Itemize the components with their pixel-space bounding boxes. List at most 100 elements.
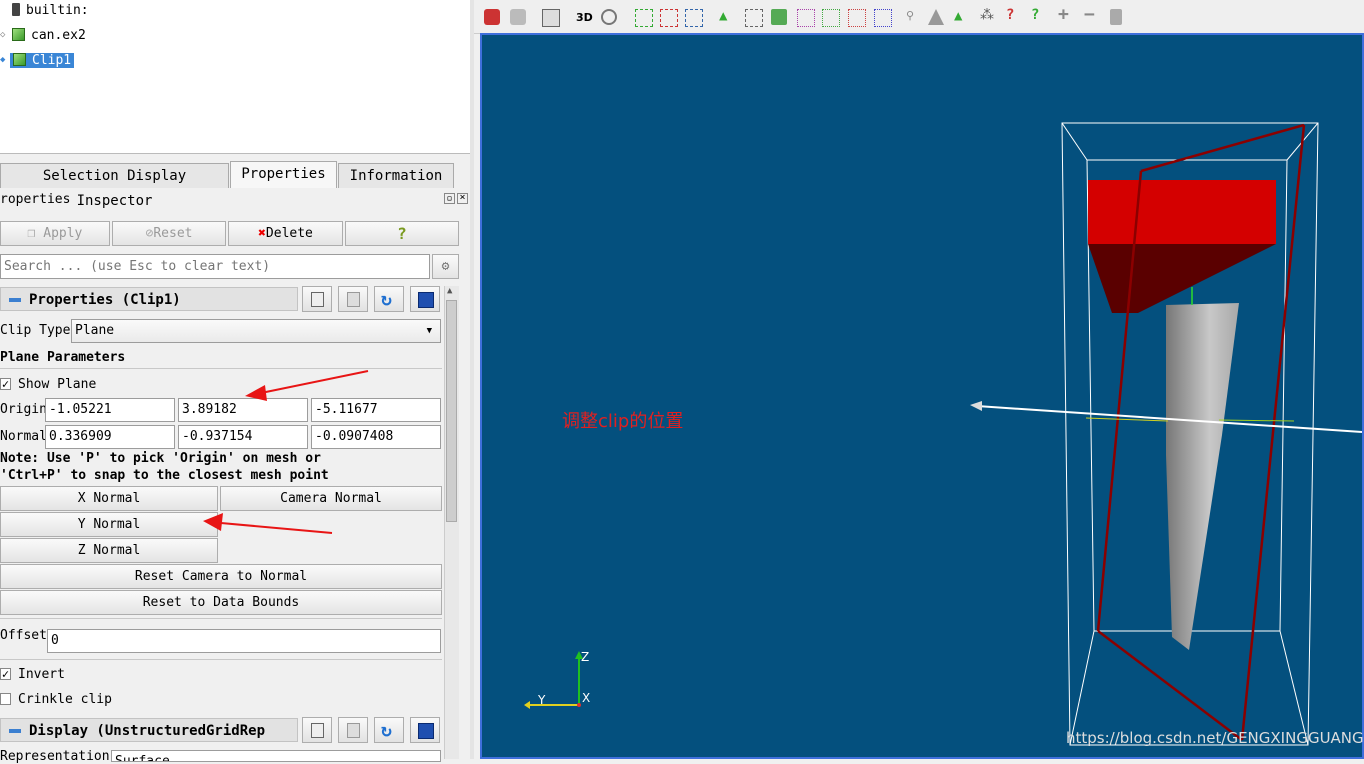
clip-type-select[interactable]: Plane ▼ — [71, 319, 441, 343]
undo-camera-icon[interactable] — [484, 9, 500, 25]
select-points-on-icon[interactable] — [660, 9, 678, 27]
cube-filter-icon — [13, 53, 26, 66]
section-title: Properties (Clip1) — [29, 292, 181, 308]
show-plane-checkbox[interactable]: ✓ — [0, 378, 11, 390]
close-icon[interactable]: × — [457, 193, 468, 204]
checkmark-icon: ✓ — [1, 377, 10, 391]
offset-label: Offset — [0, 628, 47, 643]
redo-camera-icon[interactable] — [510, 9, 526, 25]
refresh-icon: ↻ — [381, 720, 392, 741]
origin-label: Origin — [0, 402, 47, 417]
y-normal-button[interactable]: Y Normal — [0, 512, 218, 537]
zoom-to-box-icon[interactable] — [601, 9, 617, 25]
select-cells-through-icon[interactable] — [685, 9, 703, 27]
pipeline-item-label: Clip1 — [32, 53, 72, 68]
add-icon[interactable]: + — [1058, 4, 1074, 25]
invert-label: Invert — [18, 667, 65, 682]
pipeline-item-label: builtin: — [26, 3, 89, 18]
extract-selection-icon[interactable]: ▲ — [954, 8, 970, 24]
search-input[interactable] — [0, 254, 430, 279]
query-icon[interactable]: ? — [1031, 7, 1047, 23]
interactive-select-points-icon[interactable] — [822, 9, 840, 27]
offset-field[interactable]: 0 — [47, 629, 441, 653]
annotation-arrow-origin — [245, 370, 369, 401]
reset-button[interactable]: ⊘Reset — [112, 221, 226, 246]
scrollbar-thumb[interactable] — [446, 300, 457, 522]
capture-screenshot-icon[interactable] — [542, 9, 560, 27]
apply-label: Apply — [43, 226, 83, 241]
delete-icon: ✖ — [258, 226, 266, 241]
axis-x-label: X — [582, 691, 591, 705]
pipeline-item-clip1[interactable]: Clip1 — [10, 51, 75, 71]
hover-points-icon[interactable] — [848, 9, 866, 27]
scroll-up-icon[interactable]: ▲ — [447, 286, 452, 296]
clipped-cylinder — [1166, 303, 1239, 650]
apply-icon: ❒ — [27, 226, 36, 241]
crinkle-clip-label: Crinkle clip — [18, 692, 112, 707]
copy-properties-button[interactable] — [302, 286, 332, 312]
save-display-defaults-button[interactable] — [410, 717, 440, 743]
cube-source-icon — [12, 28, 25, 41]
select-blocks-icon[interactable] — [771, 9, 787, 25]
paste-properties-button[interactable] — [338, 286, 368, 312]
z-normal-button[interactable]: Z Normal — [0, 538, 218, 563]
watermark-text: https://blog.csdn.net/GENGXINGGUANG — [1066, 729, 1364, 747]
clip-type-label: Clip Type — [0, 323, 71, 338]
collapse-icon — [9, 298, 21, 302]
shrink-selection-icon[interactable] — [928, 9, 944, 25]
tab-properties[interactable]: Properties — [230, 161, 337, 188]
axis-y-label: Y — [538, 693, 546, 707]
tab-information[interactable]: Information — [338, 163, 454, 188]
normal-x-field[interactable]: 0.336909 — [45, 425, 175, 449]
invert-checkbox[interactable]: ✓ — [0, 668, 11, 680]
tab-selection-display-inspector[interactable]: Selection Display Inspector — [0, 163, 229, 209]
apply-button[interactable]: ❒ Apply — [0, 221, 110, 246]
clip-red-box — [1088, 180, 1276, 313]
reset-camera-to-normal-button[interactable]: Reset Camera to Normal — [0, 564, 442, 589]
x-normal-button[interactable]: X Normal — [0, 486, 218, 511]
interactive-select-cells-icon[interactable] — [797, 9, 815, 27]
normal-label: Normal — [0, 429, 47, 444]
delete-button[interactable]: ✖Delete — [228, 221, 343, 246]
representation-select[interactable]: Surface — [111, 750, 441, 762]
crinkle-clip-checkbox[interactable] — [0, 693, 11, 705]
eye-icon[interactable]: ◆ — [0, 55, 5, 65]
float-icon[interactable]: ▫ — [444, 193, 455, 204]
pipeline-item-builtin[interactable]: builtin: — [12, 1, 89, 21]
render-scene — [524, 122, 1362, 746]
paste-display-button[interactable] — [338, 717, 368, 743]
properties-scrollbar[interactable]: ▲ — [444, 286, 459, 759]
trash-icon[interactable] — [1110, 9, 1122, 25]
select-points-through-icon[interactable] — [745, 9, 763, 27]
save-icon — [418, 292, 434, 308]
representation-label: Representation — [0, 749, 110, 764]
reset-to-data-bounds-button[interactable]: Reset to Data Bounds — [0, 590, 442, 615]
paste-icon — [347, 723, 360, 738]
select-cells-on-icon[interactable] — [635, 9, 653, 27]
collapse-icon — [9, 729, 21, 733]
origin-x-field[interactable]: -1.05221 — [45, 398, 175, 422]
annotation-arrow-y-normal — [203, 513, 333, 534]
hover-cells-icon[interactable] — [874, 9, 892, 27]
panel-splitter[interactable] — [470, 0, 474, 759]
toggle-3d-icon[interactable]: 3D — [576, 11, 596, 27]
edit-selection-icon[interactable]: ⁂ — [980, 7, 996, 23]
section-display[interactable]: Display (UnstructuredGridRep — [0, 718, 298, 742]
annotation-text: 调整clip的位置 — [562, 411, 684, 432]
grow-selection-icon[interactable]: ⚲ — [906, 9, 922, 25]
render-view[interactable]: Z Y X — [480, 33, 1364, 759]
select-polygon-icon[interactable]: ▲ — [719, 8, 735, 24]
plane-normal-arrowhead — [970, 401, 982, 411]
restore-display-defaults-button[interactable]: ↻ — [374, 717, 404, 743]
show-plane-label: Show Plane — [18, 377, 97, 392]
remove-icon[interactable]: − — [1084, 4, 1100, 25]
save-defaults-button[interactable] — [410, 286, 440, 312]
settings-gear-icon[interactable]: ⚙ — [432, 254, 459, 279]
section-properties[interactable]: Properties (Clip1) — [0, 287, 298, 311]
help-button[interactable]: ? — [345, 221, 459, 246]
restore-defaults-button[interactable]: ↻ — [374, 286, 404, 312]
find-data-icon[interactable]: ? — [1006, 7, 1022, 23]
eye-icon[interactable]: ◇ — [0, 30, 5, 40]
copy-display-button[interactable] — [302, 717, 332, 743]
pipeline-item-can-ex2[interactable]: can.ex2 — [12, 26, 86, 46]
